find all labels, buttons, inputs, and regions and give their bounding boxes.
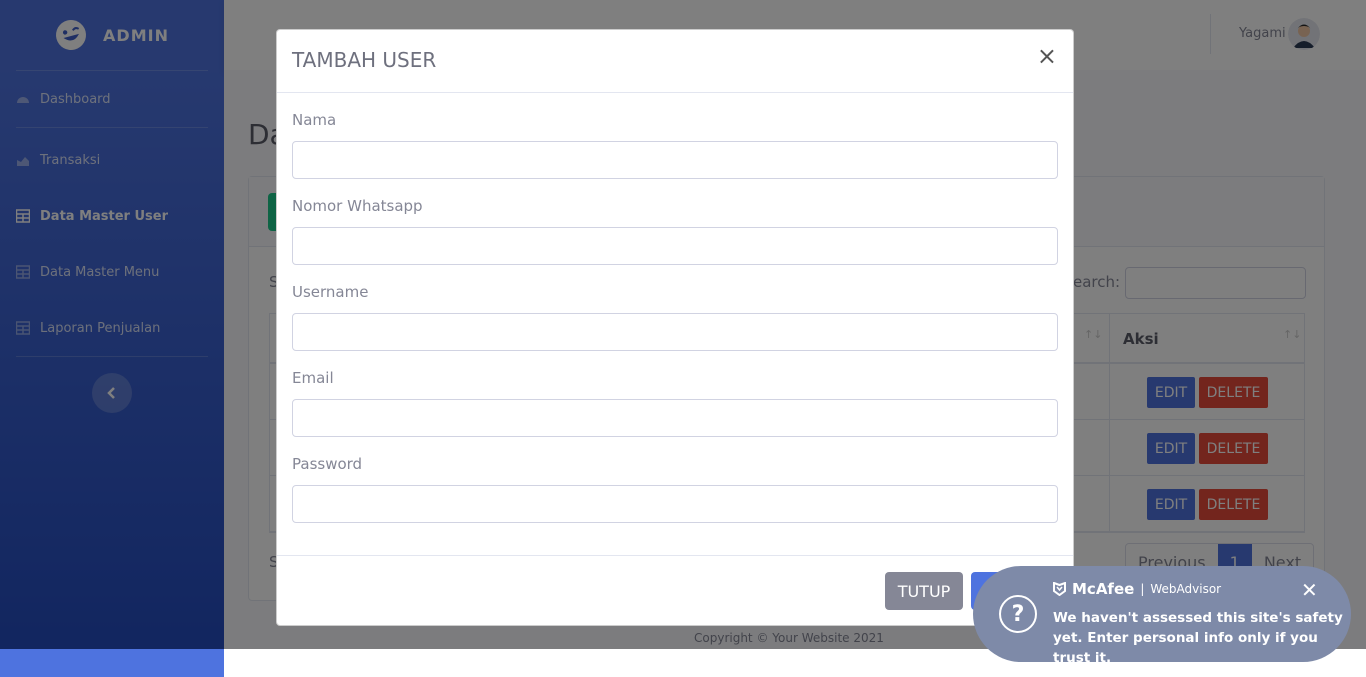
email-label: Email [292,369,334,387]
form-group-email: Email [292,367,1058,437]
toast-message: We haven't assessed this site's safety y… [1053,610,1343,666]
nama-label: Nama [292,111,337,129]
modal-header: TAMBAH USER × [277,30,1073,93]
modal-body: Nama Nomor Whatsapp Username Email Passw… [277,93,1073,523]
close-icon[interactable]: × [1037,44,1057,68]
close-icon[interactable]: ✕ [1301,578,1318,602]
brand-separator: | [1140,582,1145,596]
sidebar-bottom-bar [0,649,224,677]
tutup-button[interactable]: TUTUP [885,572,963,610]
whatsapp-input[interactable] [292,227,1058,265]
modal-footer: TUTUP [277,555,1073,625]
email-input[interactable] [292,399,1058,437]
form-group-whatsapp: Nomor Whatsapp [292,195,1058,265]
toast-brand: McAfee | WebAdvisor [1053,580,1221,598]
nama-input[interactable] [292,141,1058,179]
modal-title: TAMBAH USER [292,48,437,72]
form-group-username: Username [292,281,1058,351]
whatsapp-label: Nomor Whatsapp [292,197,423,215]
question-icon: ? [999,595,1037,633]
username-input[interactable] [292,313,1058,351]
mcafee-shield-icon [1053,582,1066,596]
form-group-password: Password [292,453,1058,523]
password-label: Password [292,455,363,473]
mcafee-brand-text: McAfee [1072,580,1135,598]
form-group-nama: Nama [292,109,1058,179]
username-label: Username [292,283,369,301]
webadvisor-text: WebAdvisor [1150,582,1222,596]
password-input[interactable] [292,485,1058,523]
add-user-modal: TAMBAH USER × Nama Nomor Whatsapp Userna… [276,29,1074,626]
mcafee-toast: ? McAfee | WebAdvisor We haven't assesse… [973,566,1351,666]
